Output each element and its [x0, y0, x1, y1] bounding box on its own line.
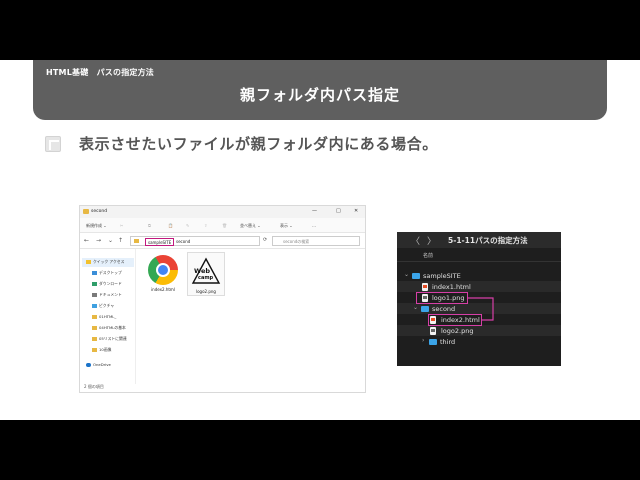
chrome-icon: [148, 255, 178, 285]
file-name: logo2.png: [196, 289, 216, 294]
bullet-text: 表示させたいファイルが親フォルダ内にある場合。: [79, 135, 438, 153]
sidebar-item-documents[interactable]: ドキュメント: [92, 292, 122, 298]
folder-icon: [92, 315, 97, 319]
folder-icon: [83, 209, 89, 214]
sidebar-item-10images[interactable]: 10画像: [92, 347, 111, 353]
search-input[interactable]: secondの検索: [272, 236, 360, 246]
file-explorer-window: second — □ ✕ 新規作成 ⌄ ✂ ⧉ 📋 ✎ ⇪ 🗑 並べ替え ⌄ 表…: [79, 205, 366, 393]
explorer-command-bar: 新規作成 ⌄ ✂ ⧉ 📋 ✎ ⇪ 🗑 並べ替え ⌄ 表示 ⌄ …: [80, 218, 365, 233]
file-item-logo2[interactable]: Web camp logo2.png: [187, 252, 225, 296]
minimize-button[interactable]: —: [312, 208, 317, 214]
sidebar-item-01html[interactable]: 01HTML_: [92, 314, 116, 319]
sidebar-item-pictures[interactable]: ピクチャ: [92, 303, 114, 309]
sidebar-item-onedrive[interactable]: OneDrive: [86, 362, 111, 367]
close-button[interactable]: ✕: [354, 208, 358, 214]
folder-icon: [92, 348, 97, 352]
more-button[interactable]: …: [312, 223, 316, 228]
explorer-titlebar: second — □ ✕: [80, 206, 365, 218]
paste-icon[interactable]: 📋: [168, 223, 173, 228]
new-button[interactable]: 新規作成 ⌄: [86, 223, 107, 229]
address-bar[interactable]: sampleSITE second: [130, 236, 260, 246]
explorer-title: second: [91, 209, 108, 214]
cut-icon[interactable]: ✂: [120, 223, 123, 228]
sidebar-item-05list[interactable]: 05リストに関連: [92, 336, 127, 342]
picture-icon: [92, 304, 97, 308]
folder-icon: [92, 326, 97, 330]
address-bar-row: ← → ⌄ ↑ sampleSITE second ⟳ secondの検索: [80, 233, 365, 249]
mac-file-tree: 〈 〉 5-1-11パスの指定方法 名前 ⌄ sampleSITE index1…: [397, 232, 561, 366]
back-icon[interactable]: ←: [84, 237, 89, 244]
sidebar-item-04html[interactable]: 04HTMLの基本: [92, 325, 126, 331]
slide-title: 親フォルダ内パス指定: [239, 86, 400, 104]
desktop-icon: [92, 271, 97, 275]
sidebar-item-quick-access[interactable]: クイック アクセス: [86, 259, 124, 265]
sort-button[interactable]: 並べ替え ⌄: [240, 223, 261, 229]
folder-icon: [134, 239, 139, 243]
maximize-button[interactable]: □: [336, 208, 341, 214]
document-icon: [92, 293, 97, 297]
logo-image-icon: Web camp: [191, 257, 221, 284]
delete-icon[interactable]: 🗑: [222, 223, 227, 228]
download-icon: [92, 282, 97, 286]
view-button[interactable]: 表示 ⌄: [280, 223, 293, 229]
checkbox-bullet-icon: [45, 136, 61, 152]
section-label: HTML基礎 パスの指定方法: [46, 68, 155, 77]
forward-icon[interactable]: →: [96, 237, 101, 244]
up-icon[interactable]: ↑: [118, 237, 123, 244]
sidebar-item-downloads[interactable]: ダウンロード: [92, 281, 122, 287]
sidebar-item-desktop[interactable]: デスクトップ: [92, 270, 122, 276]
slide: HTML基礎 パスの指定方法 親フォルダ内パス指定 表示させたいファイルが親フォ…: [0, 60, 640, 420]
share-icon[interactable]: ⇪: [204, 223, 207, 228]
star-icon: [86, 260, 91, 264]
navigation-pane: クイック アクセス デスクトップ ダウンロード ドキュメント ピクチャ 01HT…: [80, 249, 136, 384]
cloud-icon: [86, 363, 91, 367]
refresh-icon[interactable]: ⟳: [263, 237, 267, 243]
folder-icon: [92, 337, 97, 341]
svg-text:Web: Web: [194, 267, 210, 275]
breadcrumb-second[interactable]: second: [176, 239, 190, 244]
file-list: index2.html Web camp logo2.png: [138, 252, 365, 384]
breadcrumb-samplesite[interactable]: sampleSITE: [145, 238, 175, 246]
file-name: index2.html: [151, 287, 175, 292]
slide-header: HTML基礎 パスの指定方法 親フォルダ内パス指定: [33, 60, 607, 120]
recent-icon[interactable]: ⌄: [108, 237, 113, 244]
svg-text:camp: camp: [198, 275, 214, 281]
rename-icon[interactable]: ✎: [186, 223, 189, 228]
status-bar: 2 個の項目: [84, 384, 104, 389]
copy-icon[interactable]: ⧉: [148, 223, 151, 228]
path-connector-line: [468, 297, 494, 321]
file-item-index2[interactable]: index2.html: [144, 252, 182, 296]
